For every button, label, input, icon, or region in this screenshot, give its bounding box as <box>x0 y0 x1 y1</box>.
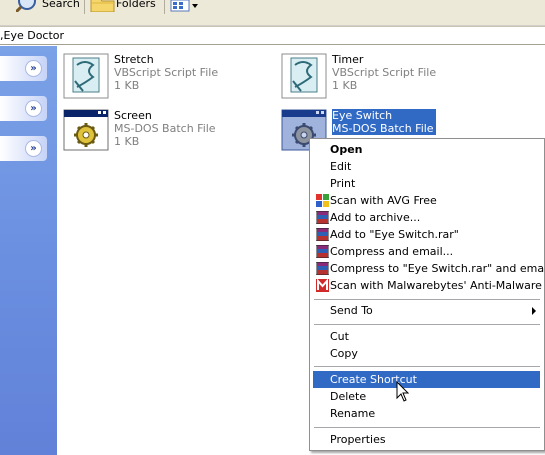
menu-item-cut[interactable]: Cut <box>313 328 540 345</box>
menu-item-edit[interactable]: Edit <box>313 158 540 175</box>
winrar-icon <box>316 211 329 224</box>
explorer-window: Search Folders ,Eye Doctor » » » Stretch… <box>0 0 545 455</box>
menu-item-rename[interactable]: Rename <box>313 405 540 422</box>
toolbar-separator <box>84 0 85 14</box>
views-icon <box>170 0 198 12</box>
menu-item-add-rar[interactable]: Add to "Eye Switch.rar" <box>313 226 540 243</box>
menu-item-copy[interactable]: Copy <box>313 345 540 362</box>
task-pane-section[interactable]: » <box>0 56 47 81</box>
search-button[interactable]: Search <box>16 0 80 12</box>
file-label: Screen MS-DOS Batch File 1 KB <box>114 109 216 148</box>
menu-item-label: Scan with Malwarebytes' Anti-Malware <box>330 279 542 292</box>
task-pane-section[interactable]: » <box>0 96 47 121</box>
toolbar: Search Folders <box>0 0 545 26</box>
folders-button[interactable]: Folders <box>90 0 156 12</box>
file-name: Screen <box>114 109 152 122</box>
address-bar[interactable]: ,Eye Doctor <box>0 26 545 45</box>
winrar-icon <box>316 245 329 258</box>
menu-item-compress-email[interactable]: Compress and email... <box>313 243 540 260</box>
menu-item-label: Add to archive... <box>330 211 421 224</box>
search-label: Search <box>42 0 80 10</box>
file-label: Stretch VBScript Script File 1 KB <box>114 53 218 92</box>
file-type: MS-DOS Batch File <box>114 122 216 135</box>
menu-item-label: Scan with AVG Free <box>330 194 437 207</box>
folders-label: Folders <box>116 0 156 10</box>
chevron-down-icon[interactable]: » <box>25 60 42 77</box>
context-menu: Open Edit Print Scan with AVG Free Add t… <box>309 138 545 451</box>
task-pane-section[interactable]: » <box>0 136 47 161</box>
menu-item-label: Compress to "Eye Switch.rar" and email <box>330 262 545 275</box>
menu-separator <box>314 427 540 428</box>
folder-icon <box>90 0 115 12</box>
winrar-icon <box>316 228 329 241</box>
task-pane: » » » <box>0 46 57 455</box>
file-name: Eye Switch <box>332 109 393 122</box>
menu-item-label: Send To <box>330 304 373 317</box>
file-size: 1 KB <box>332 79 358 92</box>
file-label: Eye Switch MS-DOS Batch File <box>332 109 436 135</box>
batch-file-icon <box>63 109 109 151</box>
file-type: VBScript Script File <box>114 66 219 79</box>
chevron-down-icon[interactable]: » <box>25 140 42 157</box>
menu-item-label: Add to "Eye Switch.rar" <box>330 228 459 241</box>
file-label: Timer VBScript Script File 1 KB <box>332 53 436 92</box>
file-size: 1 KB <box>114 79 140 92</box>
menu-item-create-shortcut[interactable]: Create Shortcut <box>313 371 540 388</box>
menu-item-delete[interactable]: Delete <box>313 388 540 405</box>
file-name: Stretch <box>114 53 154 66</box>
menu-item-open[interactable]: Open <box>313 141 540 158</box>
menu-item-label: Compress and email... <box>330 245 454 258</box>
submenu-arrow-icon <box>532 307 536 315</box>
menu-item-scan-malwarebytes[interactable]: Scan with Malwarebytes' Anti-Malware <box>313 277 542 294</box>
mouse-pointer-icon <box>396 381 410 402</box>
vbscript-file-icon <box>63 53 109 99</box>
file-name: Timer <box>332 53 364 66</box>
address-path: ,Eye Doctor <box>0 29 65 42</box>
menu-separator <box>314 299 540 300</box>
avg-icon <box>316 194 329 207</box>
menu-item-scan-avg[interactable]: Scan with AVG Free <box>313 192 540 209</box>
file-type: VBScript Script File <box>332 66 437 79</box>
toolbar-separator <box>164 0 165 14</box>
menu-item-properties[interactable]: Properties <box>313 431 540 448</box>
menu-item-print[interactable]: Print <box>313 175 540 192</box>
malwarebytes-icon <box>316 279 329 292</box>
file-item-stretch[interactable]: Stretch VBScript Script File 1 KB <box>63 53 243 101</box>
file-type: MS-DOS Batch File <box>332 122 434 135</box>
file-size: 1 KB <box>114 135 140 148</box>
winrar-icon <box>316 262 329 275</box>
menu-item-compress-rar-email[interactable]: Compress to "Eye Switch.rar" and email <box>313 260 545 277</box>
menu-separator <box>314 324 540 325</box>
file-item-screen[interactable]: Screen MS-DOS Batch File 1 KB <box>63 109 243 157</box>
menu-item-add-archive[interactable]: Add to archive... <box>313 209 540 226</box>
vbscript-file-icon <box>281 53 327 99</box>
chevron-down-icon[interactable]: » <box>25 100 42 117</box>
search-icon <box>16 0 36 12</box>
menu-separator <box>314 366 540 367</box>
views-button[interactable] <box>170 0 200 13</box>
file-item-timer[interactable]: Timer VBScript Script File 1 KB <box>281 53 461 101</box>
menu-item-send-to[interactable]: Send To <box>313 302 540 319</box>
